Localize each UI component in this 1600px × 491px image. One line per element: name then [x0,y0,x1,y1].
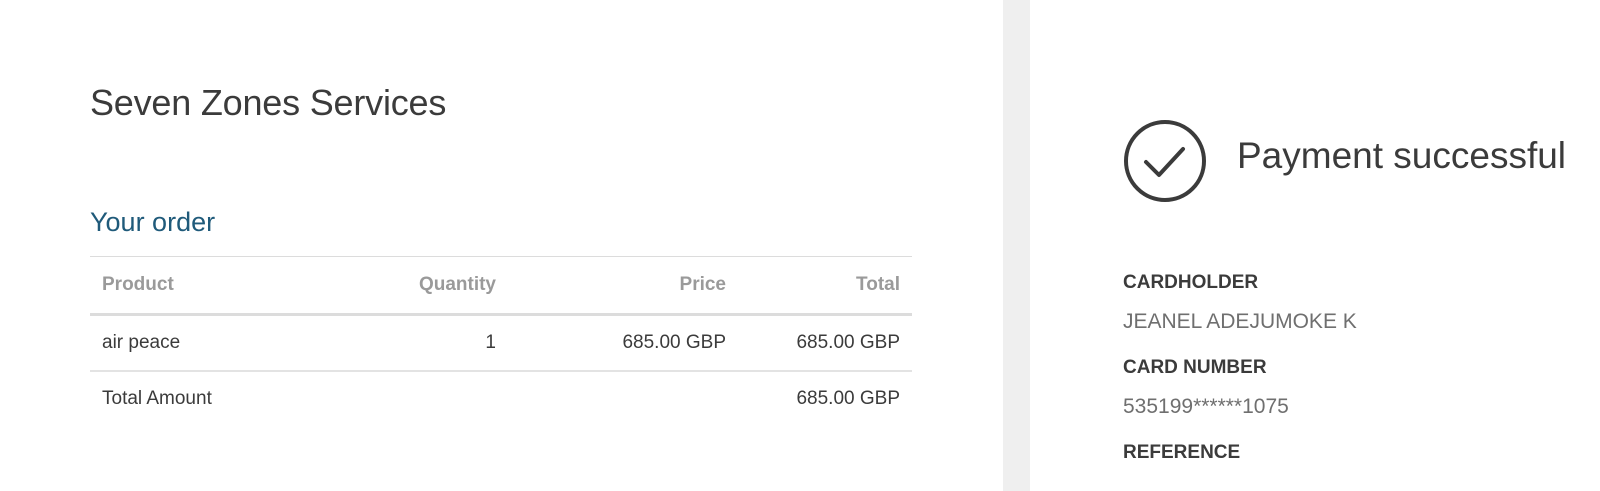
column-header-product: Product [90,256,294,316]
payment-status-title: Payment successful [1237,135,1567,176]
item-quantity: 1 [294,314,508,372]
item-total: 685.00 GBP [738,314,912,372]
order-heading: Your order [90,207,216,237]
payment-panel: Payment successful CARDHOLDER JEANEL ADE… [1030,0,1600,491]
item-product: air peace [90,314,294,372]
total-amount-row: Total Amount 685.00 GBP [90,371,912,426]
total-amount-label: Total Amount [102,388,212,409]
panel-divider [1003,0,1030,491]
column-header-quantity: Quantity [294,256,508,316]
column-header-total: Total [738,256,912,316]
table-row: air peace 1 685.00 GBP 685.00 GBP [90,314,912,372]
column-header-price: Price [508,256,738,316]
order-panel: Seven Zones Services Your order Product … [0,0,1003,491]
item-price: 685.00 GBP [508,314,738,372]
reference-label: REFERENCE [1123,442,1241,463]
merchant-name: Seven Zones Services [90,82,447,123]
cardholder-label: CARDHOLDER [1123,272,1259,293]
order-table: Product Quantity Price Total air peace 1… [90,256,912,426]
cardholder-value: JEANEL ADEJUMOKE K [1123,310,1357,333]
table-header-row: Product Quantity Price Total [90,256,912,316]
total-empty-cell [508,371,738,426]
total-amount-value: 685.00 GBP [796,388,900,409]
card-number-value: 535199******1075 [1123,395,1289,418]
check-circle-icon [1124,120,1206,202]
card-number-label: CARD NUMBER [1123,357,1267,378]
total-empty-cell [294,371,508,426]
